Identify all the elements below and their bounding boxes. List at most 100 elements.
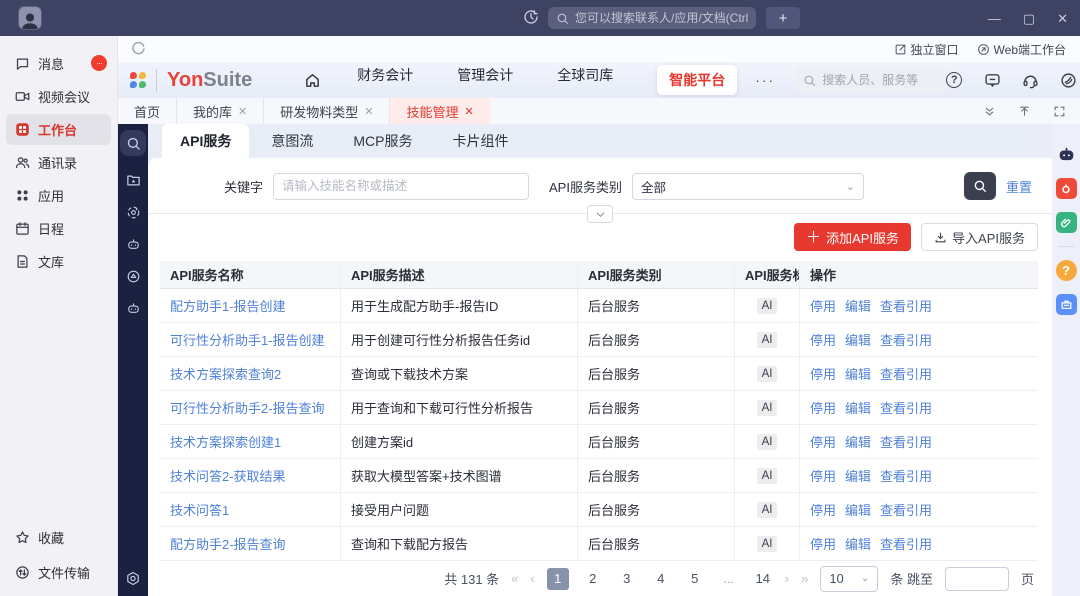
nav-menu-ai-platform[interactable]: 智能平台 [657,65,737,95]
tab-my-library[interactable]: 我的库✕ [177,98,264,124]
page-size-select[interactable]: 10 ⌄ [820,566,878,592]
web-workbench-link[interactable]: Web端工作台 [977,41,1066,58]
cell-name[interactable]: 可行性分析助手2-报告查询 [160,391,341,424]
page-number[interactable]: 2 [583,571,603,586]
reset-button[interactable]: 重置 [1006,177,1032,196]
op-edit[interactable]: 编辑 [845,398,871,417]
nav-more-button[interactable]: ··· [755,72,775,88]
nav-search[interactable] [795,67,945,93]
pin-top-icon[interactable] [1018,105,1031,118]
new-tab-button[interactable]: + [766,7,800,29]
attachment-folder-icon[interactable] [1056,212,1077,233]
op-view-references[interactable]: 查看引用 [880,500,932,519]
op-disable[interactable]: 停用 [810,500,836,519]
app-shortcut-icon[interactable] [1056,178,1077,199]
page-number[interactable]: 5 [685,571,705,586]
nav-menu-finance[interactable]: 财务会计 [357,65,413,95]
page-number[interactable]: 4 [651,571,671,586]
cell-name[interactable]: 技术问答2-获取结果 [160,459,341,492]
minimize-button[interactable]: — [988,12,1001,25]
assistant-robot-icon[interactable] [1056,144,1077,165]
sidebar-item-favorites[interactable]: 收藏 [6,522,111,553]
first-page-button[interactable]: « [511,571,518,586]
op-view-references[interactable]: 查看引用 [880,398,932,417]
collapse-filter-button[interactable] [587,205,613,223]
maximize-button[interactable]: ▢ [1023,12,1035,25]
headset-icon[interactable] [1021,71,1039,89]
op-view-references[interactable]: 查看引用 [880,330,932,349]
op-edit[interactable]: 编辑 [845,330,871,349]
help-icon[interactable]: ? [945,71,963,89]
close-tab-icon[interactable]: ✕ [465,105,474,118]
op-edit[interactable]: 编辑 [845,364,871,383]
op-edit[interactable]: 编辑 [845,534,871,553]
op-view-references[interactable]: 查看引用 [880,534,932,553]
op-disable[interactable]: 停用 [810,432,836,451]
sidebar-item-schedule[interactable]: 日程 [6,213,111,244]
tab-skill-management[interactable]: 技能管理✕ [390,98,489,124]
standalone-window-link[interactable]: 独立窗口 [894,41,959,58]
last-page-button[interactable]: » [801,571,808,586]
close-tab-icon[interactable]: ✕ [238,105,247,118]
history-icon[interactable] [523,9,539,25]
op-view-references[interactable]: 查看引用 [880,364,932,383]
op-edit[interactable]: 编辑 [845,500,871,519]
op-view-references[interactable]: 查看引用 [880,466,932,485]
op-edit[interactable]: 编辑 [845,296,871,315]
tab-home[interactable]: 首页 [118,98,177,124]
sync-icon[interactable] [125,268,141,284]
tab-mcp-service[interactable]: MCP服务 [335,124,430,158]
nav-menu-management[interactable]: 管理会计 [457,65,513,95]
tab-material-type[interactable]: 研发物料类型✕ [264,98,390,124]
cell-name[interactable]: 技术方案探索创建1 [160,425,341,458]
op-disable[interactable]: 停用 [810,398,836,417]
op-edit[interactable]: 编辑 [845,466,871,485]
import-api-service-button[interactable]: 导入API服务 [921,223,1038,251]
cell-name[interactable]: 配方助手2-报告查询 [160,527,341,560]
add-api-service-button[interactable]: ＋ 添加API服务 [794,223,911,251]
refresh-icon[interactable] [132,42,146,56]
home-icon[interactable] [304,72,321,89]
next-page-button[interactable]: › [785,571,789,586]
user-avatar[interactable] [18,6,42,30]
category-select[interactable]: 全部 ⌄ [632,173,864,200]
op-disable[interactable]: 停用 [810,330,836,349]
close-button[interactable]: ✕ [1057,12,1068,25]
filter-search-button[interactable] [964,172,996,200]
cell-name[interactable]: 可行性分析助手1-报告创建 [160,323,341,356]
tab-list-chevrons-icon[interactable] [983,105,996,118]
sidebar-item-apps[interactable]: 应用 [6,180,111,211]
tab-intent-flow[interactable]: 意图流 [253,124,331,158]
tab-card-component[interactable]: 卡片组件 [434,124,526,158]
workspace-icon[interactable] [1059,71,1077,89]
op-view-references[interactable]: 查看引用 [880,432,932,451]
nav-menu-treasury[interactable]: 全球司库 [557,65,613,95]
sidebar-item-workbench[interactable]: 工作台 [6,114,111,145]
ai-network-icon[interactable] [125,204,141,220]
page-number[interactable]: 3 [617,571,637,586]
op-disable[interactable]: 停用 [810,296,836,315]
keyword-input[interactable] [273,173,529,200]
tab-api-service[interactable]: API服务 [162,124,249,158]
sidebar-item-messages[interactable]: 消息 ··· [6,48,111,79]
workspace-folder-icon[interactable] [1056,294,1077,315]
global-search[interactable] [548,7,756,29]
sidebar-item-video-meeting[interactable]: 视频会议 [6,81,111,112]
op-view-references[interactable]: 查看引用 [880,296,932,315]
cell-name[interactable]: 技术方案探索查询2 [160,357,341,390]
op-edit[interactable]: 编辑 [845,432,871,451]
sidebar-item-contacts[interactable]: 通讯录 [6,147,111,178]
rail-search-button[interactable] [120,130,146,156]
nav-search-input[interactable] [822,73,937,87]
feedback-icon[interactable] [983,71,1001,89]
robot-icon[interactable] [125,236,141,252]
robot-2-icon[interactable] [125,300,141,316]
op-disable[interactable]: 停用 [810,534,836,553]
favorite-folder-icon[interactable] [125,172,141,188]
op-disable[interactable]: 停用 [810,364,836,383]
sidebar-item-library[interactable]: 文库 [6,246,111,277]
sidebar-item-file-transfer[interactable]: 文件传输 [6,557,111,588]
cell-name[interactable]: 配方助手1-报告创建 [160,289,341,322]
close-tab-icon[interactable]: ✕ [364,105,373,118]
global-search-input[interactable] [575,11,748,25]
